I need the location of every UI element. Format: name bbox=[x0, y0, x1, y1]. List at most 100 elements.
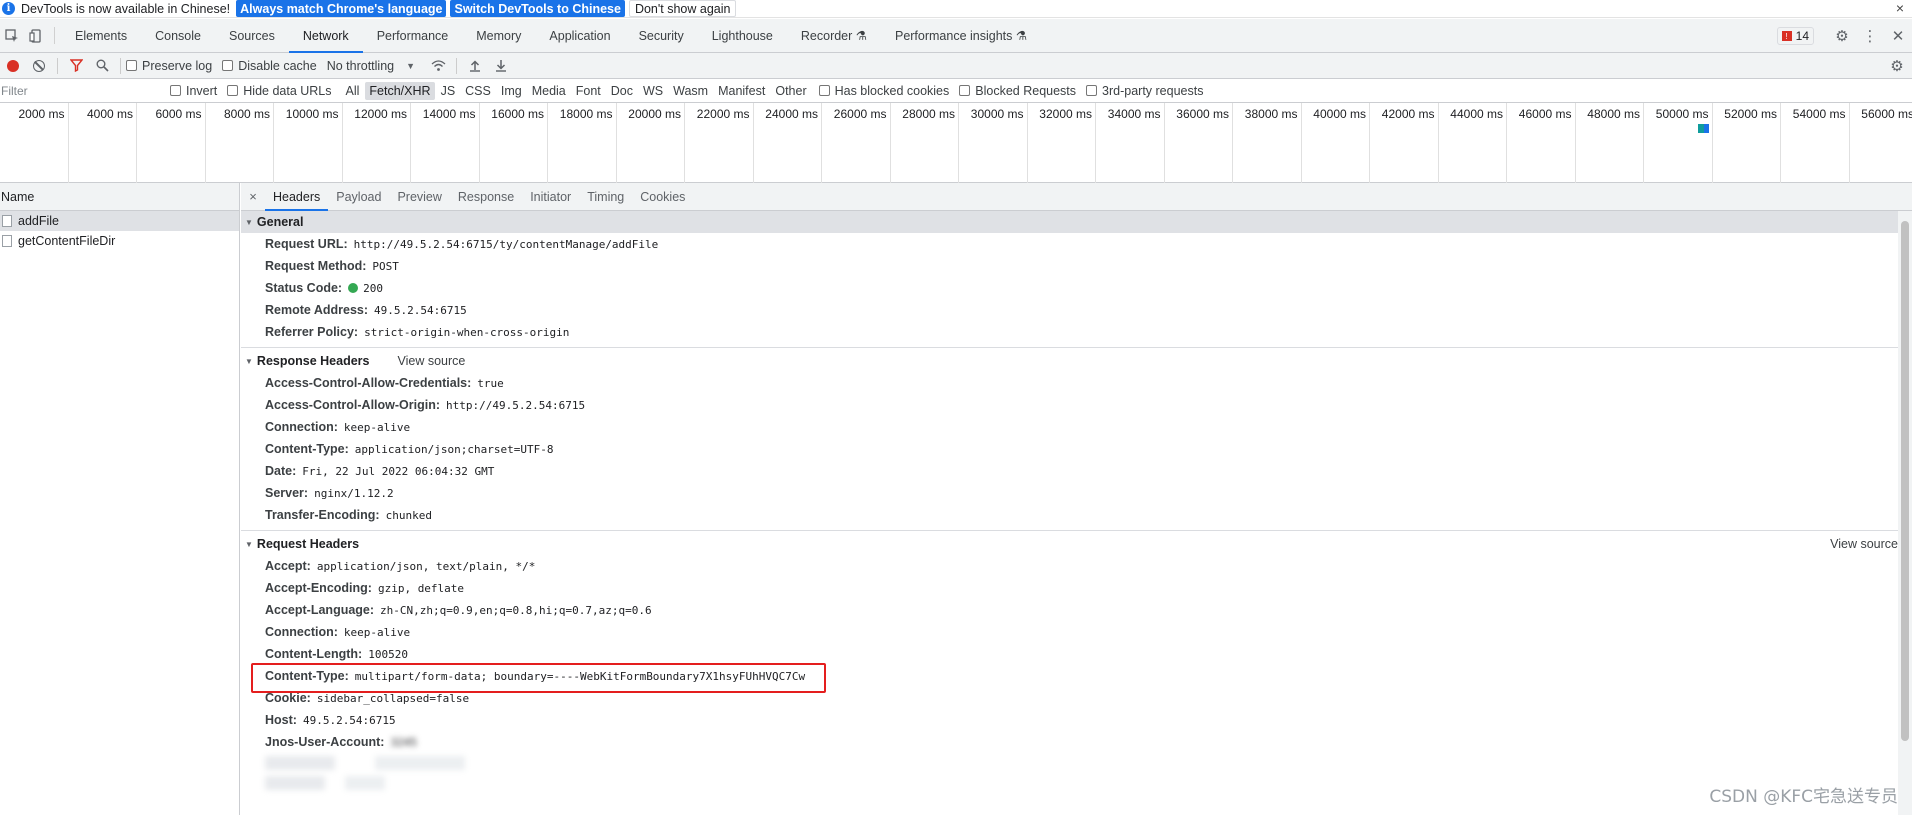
issues-badge[interactable]: ! 14 bbox=[1776, 27, 1814, 45]
invert-checkbox[interactable]: Invert bbox=[170, 84, 217, 98]
tab-lighthouse[interactable]: Lighthouse bbox=[698, 19, 787, 52]
inspect-element-icon[interactable] bbox=[0, 19, 24, 52]
language-infobar: i DevTools is now available in Chinese! … bbox=[0, 0, 1912, 18]
dont-show-again-button[interactable]: Don't show again bbox=[628, 0, 737, 17]
tab-elements[interactable]: Elements bbox=[61, 19, 141, 52]
timeline-tick-label: 32000 ms bbox=[1039, 107, 1092, 121]
settings-gear-icon[interactable]: ⚙ bbox=[1828, 27, 1856, 45]
type-filter-ws[interactable]: WS bbox=[639, 82, 667, 100]
search-icon[interactable] bbox=[89, 59, 115, 72]
tab-security[interactable]: Security bbox=[625, 19, 698, 52]
header-row-redacted bbox=[241, 773, 1898, 793]
timeline-tick-cell: 2000 ms bbox=[0, 103, 69, 183]
tab-performance-insights[interactable]: Performance insights ⚗ bbox=[881, 19, 1041, 52]
close-devtools-icon[interactable]: ✕ bbox=[1884, 27, 1912, 45]
header-key: Content-Type: bbox=[265, 442, 349, 456]
close-infobar-icon[interactable]: × bbox=[1896, 0, 1904, 16]
type-filter-fetch-xhr[interactable]: Fetch/XHR bbox=[365, 81, 435, 100]
type-filter-js[interactable]: JS bbox=[437, 82, 460, 100]
header-key: Date: bbox=[265, 464, 297, 478]
header-key: Status Code: bbox=[265, 281, 343, 295]
tab-sources[interactable]: Sources bbox=[215, 19, 289, 52]
request-view-source-link[interactable]: View source bbox=[1830, 537, 1898, 551]
tab-performance[interactable]: Performance bbox=[363, 19, 463, 52]
name-column-header[interactable]: Name bbox=[0, 183, 239, 211]
type-filter-media[interactable]: Media bbox=[528, 82, 570, 100]
preserve-log-checkbox[interactable]: Preserve log bbox=[126, 59, 212, 73]
tab-preview[interactable]: Preview bbox=[389, 183, 449, 210]
always-match-language-button[interactable]: Always match Chrome's language bbox=[236, 0, 447, 17]
header-key: Connection: bbox=[265, 625, 338, 639]
tab-response[interactable]: Response bbox=[450, 183, 522, 210]
tab-console[interactable]: Console bbox=[141, 19, 215, 52]
tab-application[interactable]: Application bbox=[535, 19, 624, 52]
record-icon[interactable] bbox=[0, 59, 26, 72]
hide-data-urls-checkbox[interactable]: Hide data URLs bbox=[227, 84, 332, 98]
filter-input[interactable]: Filter bbox=[0, 80, 160, 101]
timeline-tick-cell: 18000 ms bbox=[548, 103, 617, 183]
response-headers-header[interactable]: ▼ Response Headers View source bbox=[241, 350, 1898, 372]
timeline-tick-label: 28000 ms bbox=[902, 107, 955, 121]
timeline-tick-label: 24000 ms bbox=[765, 107, 818, 121]
header-key: Referrer Policy: bbox=[265, 325, 359, 339]
header-key: Request Method: bbox=[265, 259, 367, 273]
toolbar-separator bbox=[120, 57, 121, 74]
import-har-icon[interactable] bbox=[462, 59, 488, 72]
timeline-tick-cell: 12000 ms bbox=[343, 103, 411, 183]
general-section-header[interactable]: ▼ General bbox=[241, 211, 1898, 233]
issues-count: 14 bbox=[1795, 29, 1809, 43]
infobar-message: DevTools is now available in Chinese! bbox=[21, 1, 231, 16]
type-filter-manifest[interactable]: Manifest bbox=[714, 82, 769, 100]
disable-cache-checkbox[interactable]: Disable cache bbox=[222, 59, 317, 73]
header-key: Accept-Language: bbox=[265, 603, 375, 617]
response-headers-section: ▼ Response Headers View source Access-Co… bbox=[241, 348, 1898, 531]
tab-recorder[interactable]: Recorder ⚗ bbox=[787, 19, 881, 52]
header-key: Request URL: bbox=[265, 237, 348, 251]
timeline-tick-cell: 6000 ms bbox=[137, 103, 206, 183]
network-settings-gear-icon[interactable]: ⚙ bbox=[1884, 57, 1910, 75]
close-details-icon[interactable]: × bbox=[241, 183, 265, 210]
tab-payload[interactable]: Payload bbox=[328, 183, 389, 210]
throttling-select[interactable]: No throttling ▼ bbox=[327, 59, 415, 73]
scrollbar-thumb[interactable] bbox=[1901, 221, 1909, 741]
switch-to-chinese-button[interactable]: Switch DevTools to Chinese bbox=[450, 0, 625, 17]
type-filter-all[interactable]: All bbox=[342, 82, 364, 100]
header-row: Connection: keep-alive bbox=[241, 416, 1898, 438]
type-filter-other[interactable]: Other bbox=[771, 82, 810, 100]
response-view-source-link[interactable]: View source bbox=[397, 354, 465, 368]
device-toolbar-icon[interactable] bbox=[24, 19, 48, 52]
request-row-addfile[interactable]: addFile bbox=[0, 211, 239, 231]
type-filter-font[interactable]: Font bbox=[572, 82, 605, 100]
filter-bar: Filter Invert Hide data URLs All Fetch/X… bbox=[0, 79, 1912, 103]
type-filter-img[interactable]: Img bbox=[497, 82, 526, 100]
tab-headers[interactable]: Headers bbox=[265, 183, 329, 211]
header-value: sidebar_collapsed=false bbox=[316, 691, 470, 705]
timeline-tick-cell: 4000 ms bbox=[69, 103, 137, 183]
tab-memory[interactable]: Memory bbox=[462, 19, 535, 52]
header-row: Status Code: 200 bbox=[241, 277, 1898, 299]
request-row-getcontentfiledir[interactable]: getContentFileDir bbox=[0, 231, 239, 251]
type-filter-css[interactable]: CSS bbox=[461, 82, 495, 100]
timeline-tick-label: 52000 ms bbox=[1724, 107, 1777, 121]
request-headers-header[interactable]: ▼ Request Headers View source bbox=[241, 533, 1898, 555]
tab-network[interactable]: Network bbox=[288, 19, 363, 53]
timeline-tick-label: 4000 ms bbox=[86, 107, 133, 121]
type-filter-doc[interactable]: Doc bbox=[607, 82, 637, 100]
status-code-value: 200 bbox=[348, 282, 383, 295]
third-party-requests-checkbox[interactable]: 3rd-party requests bbox=[1086, 84, 1203, 98]
clear-icon[interactable] bbox=[26, 59, 52, 72]
tab-timing[interactable]: Timing bbox=[579, 183, 632, 210]
file-icon bbox=[2, 215, 12, 227]
details-scrollbar[interactable] bbox=[1898, 211, 1912, 815]
export-har-icon[interactable] bbox=[488, 59, 514, 72]
has-blocked-cookies-checkbox[interactable]: Has blocked cookies bbox=[818, 84, 949, 98]
tab-initiator[interactable]: Initiator bbox=[522, 183, 579, 210]
timeline-tick-label: 12000 ms bbox=[354, 107, 407, 121]
network-conditions-icon[interactable] bbox=[425, 59, 451, 72]
type-filter-wasm[interactable]: Wasm bbox=[669, 82, 712, 100]
filter-funnel-icon[interactable] bbox=[63, 59, 89, 72]
more-options-icon[interactable]: ⋮ bbox=[1856, 27, 1884, 45]
blocked-requests-checkbox[interactable]: Blocked Requests bbox=[959, 84, 1076, 98]
network-overview-timeline[interactable]: 2000 ms 4000 ms 6000 ms 8000 ms 10000 ms 1200… bbox=[0, 103, 1912, 183]
tab-cookies[interactable]: Cookies bbox=[632, 183, 693, 210]
